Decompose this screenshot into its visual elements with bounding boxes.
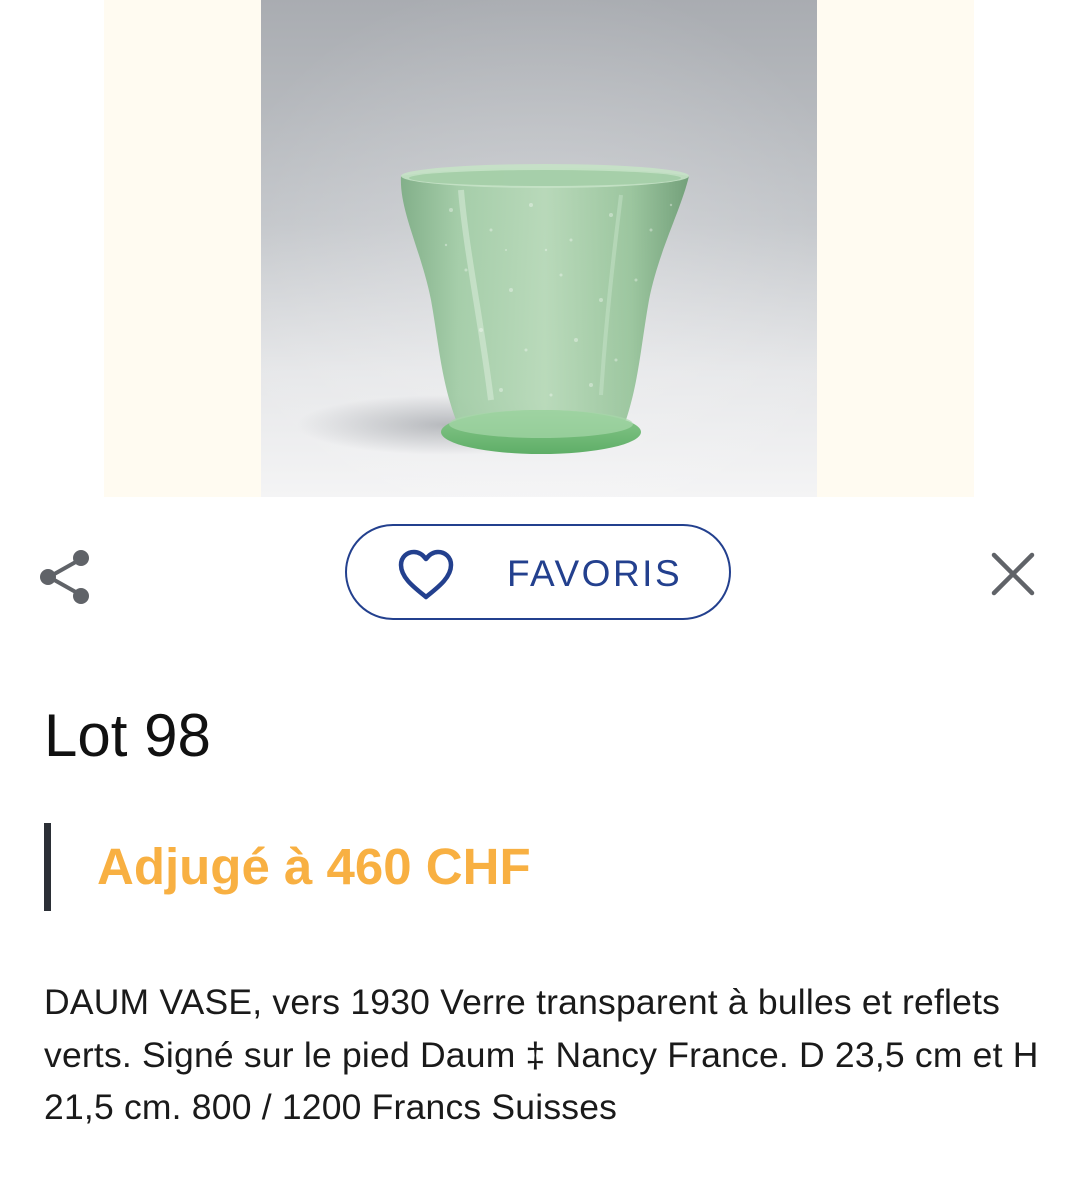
- close-icon: [991, 552, 1035, 596]
- lot-photo[interactable]: [261, 0, 817, 497]
- share-icon: [40, 550, 89, 604]
- favorites-button[interactable]: FAVORIS: [345, 524, 731, 620]
- vase-photo-image: [261, 0, 817, 497]
- sold-price: Adjugé à 460 CHF: [97, 838, 531, 895]
- lot-title: Lot 98: [44, 702, 211, 769]
- sold-accent-bar: [44, 823, 51, 911]
- lot-image-area: [0, 0, 1078, 497]
- share-button[interactable]: [36, 545, 96, 605]
- heart-outline-icon: [398, 549, 454, 600]
- favorites-label: FAVORIS: [507, 553, 683, 594]
- sold-price-block: Adjugé à 460 CHF: [44, 823, 844, 911]
- action-bar: FAVORIS: [0, 497, 1078, 652]
- lot-description: DAUM VASE, vers 1930 Verre transparent à…: [44, 982, 1039, 1127]
- close-button[interactable]: [986, 547, 1040, 601]
